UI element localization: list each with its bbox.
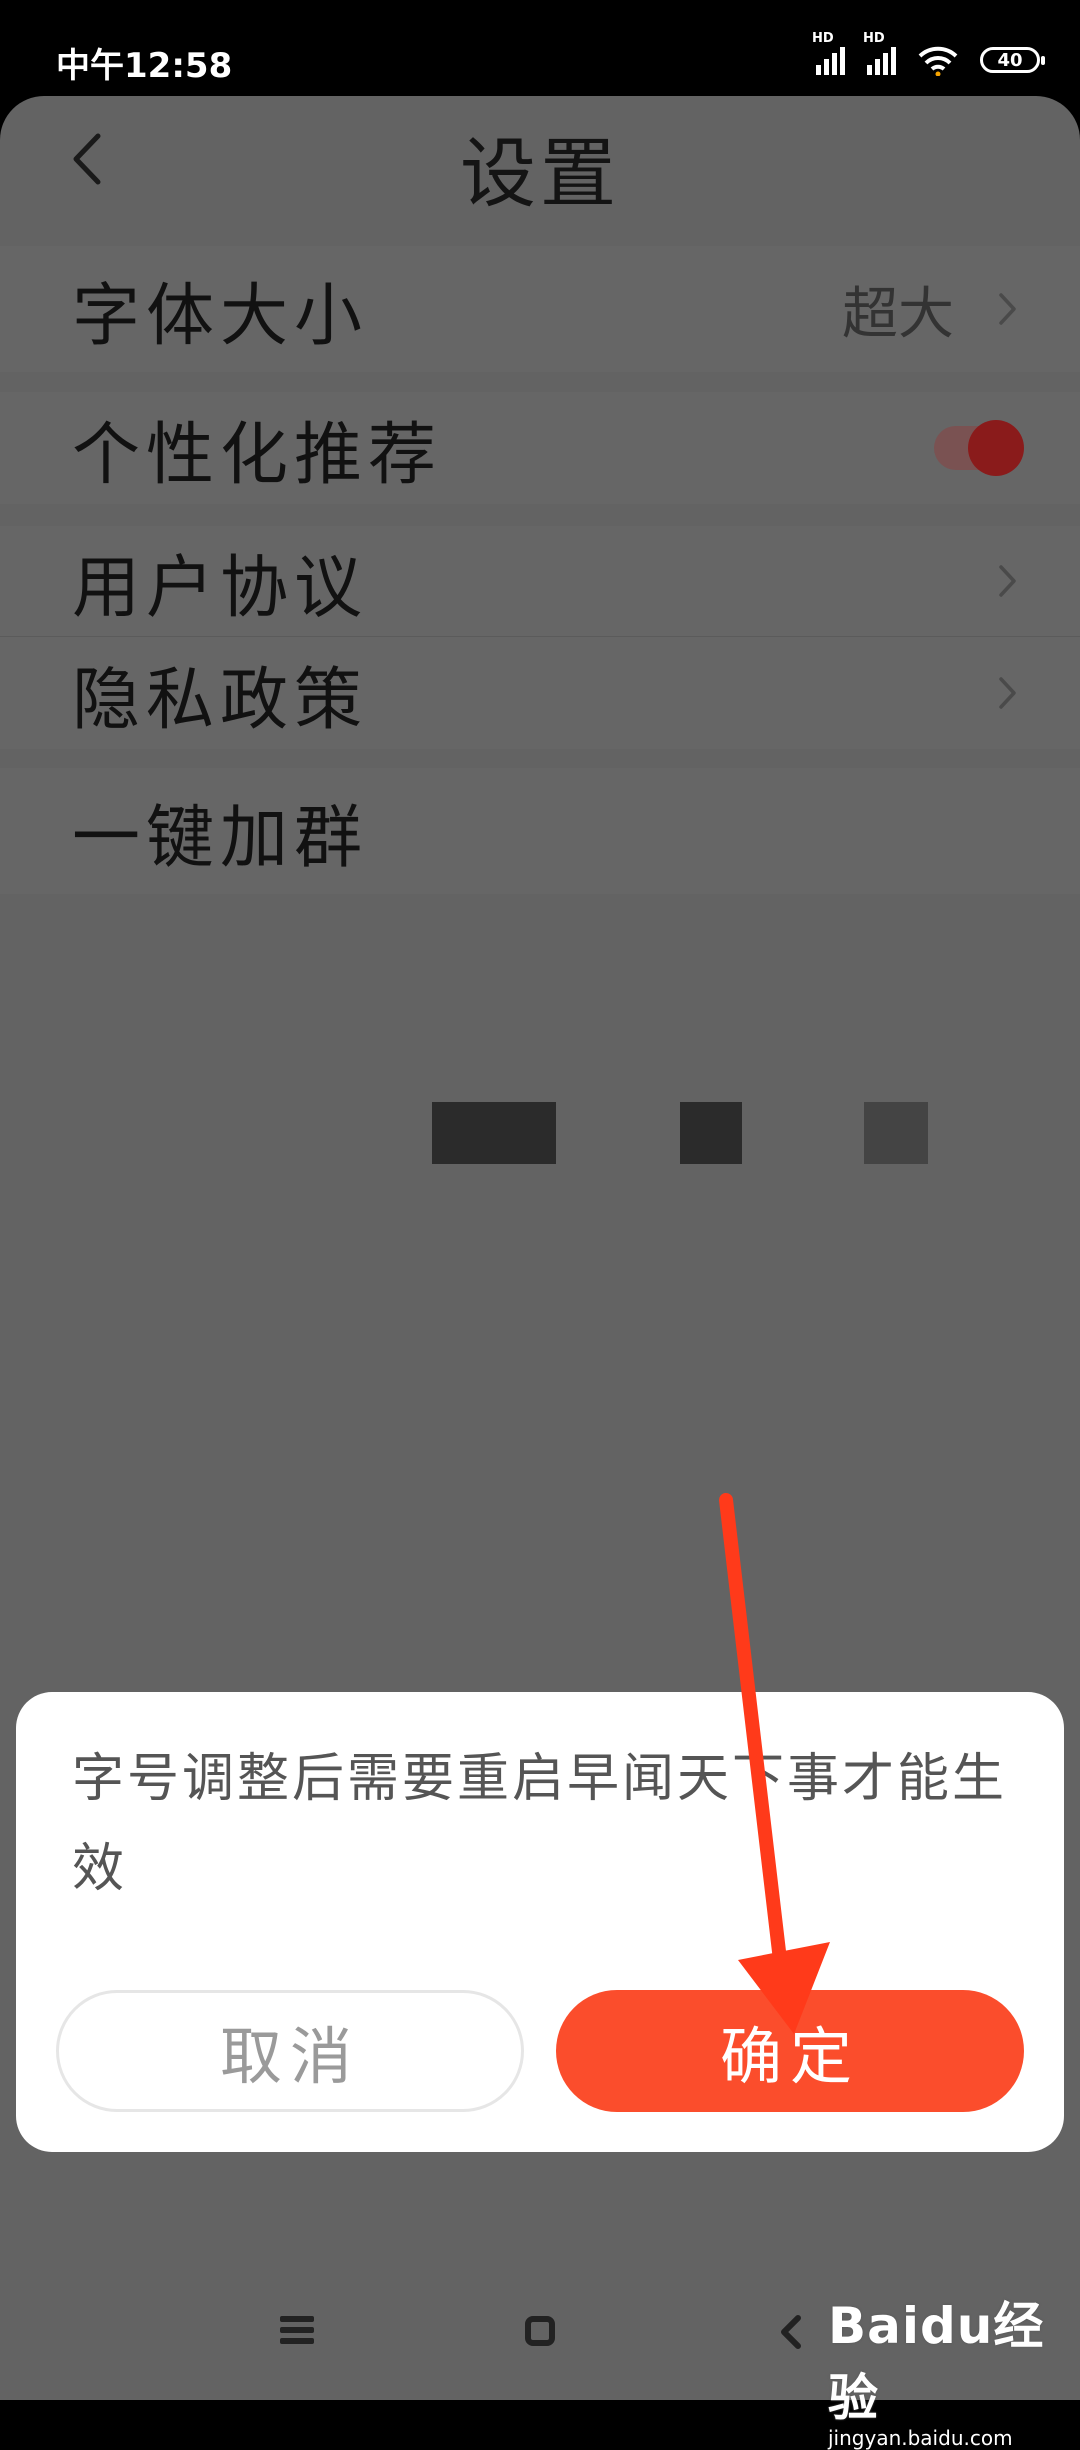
status-bar: 中午12:58 HD HD 40 <box>0 0 1080 96</box>
menu-icon[interactable] <box>280 2316 314 2344</box>
personalized-toggle[interactable] <box>934 420 1024 476</box>
battery-icon: 40 <box>980 47 1045 73</box>
toggle-knob <box>968 420 1024 476</box>
header: 设置 <box>0 96 1080 226</box>
watermark: Baidu经验 jingyan.baidu.com <box>828 2286 1080 2450</box>
personalized-row: 个性化推荐 <box>0 392 1080 504</box>
watermark-brand: Baidu经验 <box>828 2297 1045 2427</box>
back-icon[interactable] <box>772 2312 812 2352</box>
redacted-block <box>680 1102 742 1164</box>
chevron-right-icon <box>999 677 1016 709</box>
signal-icon: HD <box>812 31 845 75</box>
chevron-right-icon <box>999 565 1016 597</box>
signal-icon-2: HD <box>863 31 896 75</box>
join-group-label: 一键加群 <box>72 798 369 878</box>
home-icon[interactable] <box>525 2316 555 2346</box>
privacy-policy-label: 隐私政策 <box>72 660 369 740</box>
join-group-row[interactable]: 一键加群 <box>0 768 1080 894</box>
hd-label-2: HD <box>863 31 885 46</box>
confirm-button[interactable]: 确定 <box>556 1990 1024 2112</box>
wifi-icon <box>918 46 958 76</box>
battery-level: 40 <box>997 49 1023 71</box>
dialog-message: 字号调整后需要重启早闻天下事才能生效 <box>72 1749 1008 1899</box>
personalized-label: 个性化推荐 <box>72 415 443 495</box>
cancel-button[interactable]: 取消 <box>56 1990 524 2112</box>
font-size-value: 超大 <box>842 281 954 347</box>
confirm-dialog: 字号调整后需要重启早闻天下事才能生效 取消 确定 <box>16 1692 1064 2152</box>
nav-bar: Baidu经验 jingyan.baidu.com <box>0 2250 1080 2450</box>
user-agreement-row[interactable]: 用户协议 <box>0 526 1080 636</box>
font-size-label: 字体大小 <box>72 276 369 356</box>
page-title: 设置 <box>460 129 620 218</box>
watermark-url: jingyan.baidu.com <box>828 2426 1013 2450</box>
status-icons: HD HD 40 <box>812 31 1045 80</box>
status-time: 中午12:58 <box>56 46 233 86</box>
redacted-block <box>432 1102 556 1164</box>
chevron-right-icon <box>999 293 1016 325</box>
font-size-row[interactable]: 字体大小 超大 <box>0 246 1080 372</box>
privacy-policy-row[interactable]: 隐私政策 <box>0 637 1080 749</box>
redacted-block <box>864 1102 928 1164</box>
hd-label: HD <box>812 31 834 46</box>
user-agreement-label: 用户协议 <box>72 548 369 628</box>
